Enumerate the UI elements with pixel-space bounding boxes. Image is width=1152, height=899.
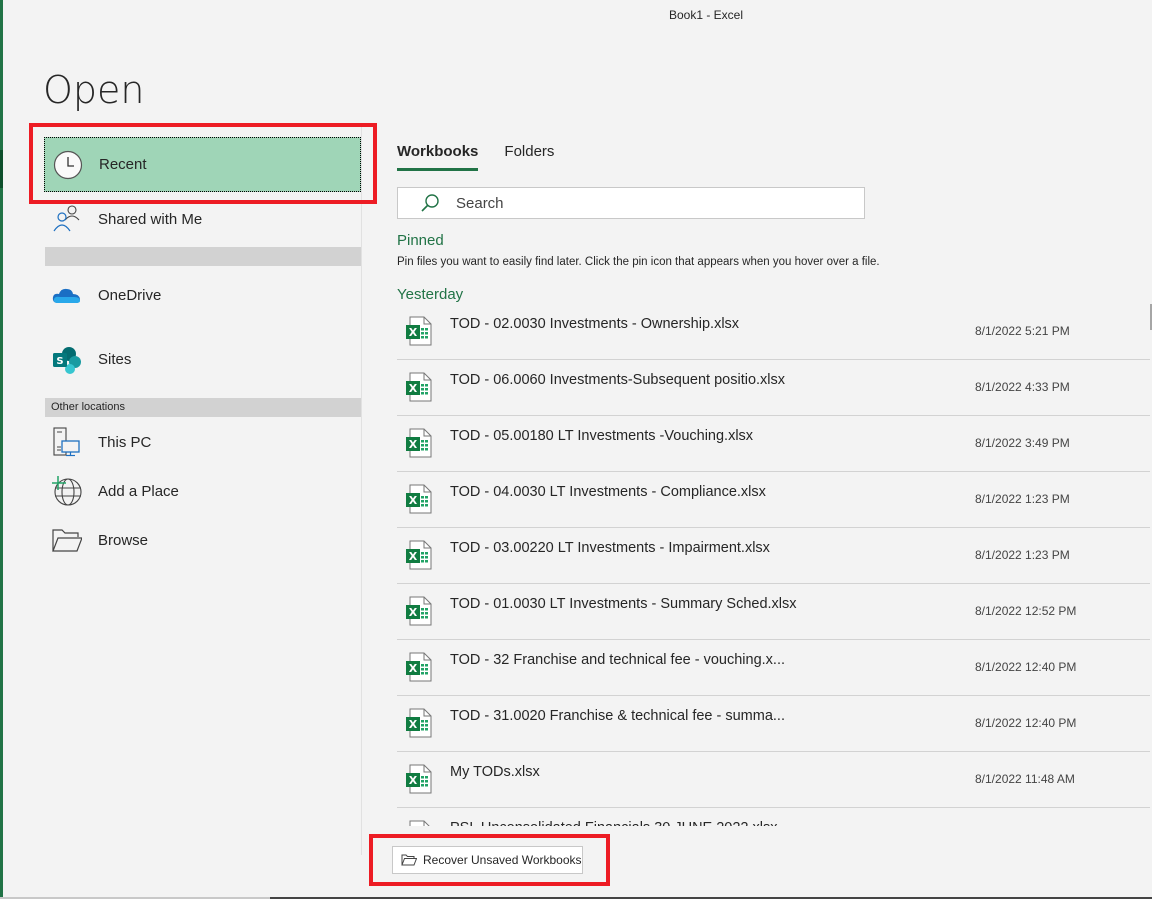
nav-item-onedrive[interactable]: OneDrive <box>44 268 361 323</box>
file-row[interactable]: X TOD - 32 Franchise and technical fee - … <box>397 640 1150 696</box>
file-modified-date: 8/1/2022 5:21 PM <box>975 324 1070 338</box>
file-modified-date: 8/1/2022 11:48 AM <box>975 772 1075 786</box>
folder-open-icon <box>401 853 418 867</box>
folder-open-icon <box>52 525 82 555</box>
svg-text:X: X <box>409 662 418 675</box>
excel-file-icon: X <box>405 820 433 826</box>
excel-file-icon: X <box>405 484 433 514</box>
file-name: TOD - 04.0030 LT Investments - Complianc… <box>450 484 766 500</box>
excel-file-icon: X <box>405 372 433 402</box>
tab-workbooks[interactable]: Workbooks <box>397 143 479 171</box>
recover-button-label: Recover Unsaved Workbooks <box>423 853 582 867</box>
pinned-heading: Pinned <box>397 232 444 249</box>
yesterday-heading: Yesterday <box>397 286 464 303</box>
nav-label: Browse <box>98 531 149 549</box>
excel-file-icon: X <box>405 708 433 738</box>
app-accent-strip <box>0 0 3 899</box>
file-modified-date: 8/1/2022 4:33 PM <box>975 380 1070 394</box>
file-name: TOD - 03.00220 LT Investments - Impairme… <box>450 540 770 556</box>
excel-file-icon: X <box>405 316 433 346</box>
nav-label: OneDrive <box>98 287 162 304</box>
svg-text:X: X <box>409 606 418 619</box>
excel-file-icon: X <box>405 764 433 794</box>
file-name: TOD - 06.0060 Investments-Subsequent pos… <box>450 372 786 388</box>
file-row[interactable]: X TOD - 06.0060 Investments-Subsequent po… <box>397 360 1150 416</box>
excel-file-icon: X <box>405 652 433 682</box>
recover-unsaved-workbooks-button[interactable]: Recover Unsaved Workbooks <box>392 846 583 874</box>
nav-item-browse[interactable]: Browse <box>44 514 361 566</box>
nav-label: Shared with Me <box>98 210 203 228</box>
file-modified-date: 8/1/2022 12:40 PM <box>975 660 1077 674</box>
nav-label: Add a Place <box>98 482 179 500</box>
svg-text:X: X <box>409 550 418 563</box>
nav-label: Recent <box>99 156 147 173</box>
excel-file-icon: X <box>405 428 433 458</box>
file-modified-date: 8/1/2022 3:49 PM <box>975 436 1070 450</box>
file-name: TOD - 05.00180 LT Investments -Vouching.… <box>450 428 754 444</box>
svg-text:X: X <box>409 494 418 507</box>
nav-item-this-pc[interactable]: This PC <box>44 416 361 468</box>
file-name: PSL Unconsolidated Financials 30 JUNE 20… <box>450 820 778 826</box>
search-input[interactable] <box>456 194 836 212</box>
window-title: Book1 - Excel <box>668 8 744 22</box>
file-modified-date: 8/1/2022 1:23 PM <box>975 548 1070 562</box>
onedrive-cloud-icon <box>52 281 82 311</box>
svg-text:X: X <box>409 774 418 787</box>
file-row[interactable]: X TOD - 05.00180 LT Investments -Vouching… <box>397 416 1150 472</box>
panel-divider <box>361 125 362 855</box>
file-row[interactable]: X My TODs.xlsx 8/1/2022 11:48 AM <box>397 752 1150 808</box>
page-title: Open <box>43 68 145 112</box>
nav-item-shared-with-me[interactable]: Shared with Me <box>44 193 361 245</box>
svg-text:X: X <box>409 438 418 451</box>
pinned-hint: Pin files you want to easily find later.… <box>397 256 880 268</box>
computer-icon <box>52 427 82 457</box>
file-row[interactable]: X PSL Unconsolidated Financials 30 JUNE 2… <box>397 808 1150 826</box>
file-modified-date: 8/1/2022 12:40 PM <box>975 716 1077 730</box>
excel-file-icon: X <box>405 540 433 570</box>
nav-label: Sites <box>98 351 132 368</box>
search-icon <box>420 193 440 213</box>
svg-text:S: S <box>56 356 63 367</box>
file-type-tabs: Workbooks Folders <box>397 143 554 171</box>
search-box[interactable] <box>397 187 865 219</box>
file-row[interactable]: X TOD - 02.0030 Investments - Ownership.x… <box>397 304 1150 360</box>
file-modified-date: 8/1/2022 12:52 PM <box>975 604 1077 618</box>
nav-item-recent[interactable]: Recent <box>44 137 361 192</box>
file-modified-date: 8/1/2022 1:23 PM <box>975 492 1070 506</box>
file-name: TOD - 01.0030 LT Investments - Summary S… <box>450 596 797 612</box>
file-name: My TODs.xlsx <box>450 764 540 780</box>
recent-file-list: X TOD - 02.0030 Investments - Ownership.x… <box>397 304 1150 826</box>
nav-label: This PC <box>98 433 152 451</box>
excel-file-icon: X <box>405 596 433 626</box>
svg-text:X: X <box>409 326 418 339</box>
globe-add-icon <box>52 476 82 506</box>
file-row[interactable]: X TOD - 03.00220 LT Investments - Impairm… <box>397 528 1150 584</box>
file-name: TOD - 31.0020 Franchise & technical fee … <box>450 708 785 724</box>
svg-text:X: X <box>409 382 418 395</box>
back-nav-indicator[interactable] <box>0 150 3 188</box>
tab-folders[interactable]: Folders <box>504 143 554 171</box>
clock-icon <box>53 150 83 180</box>
nav-item-add-a-place[interactable]: Add a Place <box>44 465 361 517</box>
other-locations-header: Other locations <box>45 398 361 417</box>
file-name: TOD - 02.0030 Investments - Ownership.xl… <box>450 316 740 332</box>
sharepoint-icon: S <box>52 345 82 375</box>
file-row[interactable]: X TOD - 31.0020 Franchise & technical fee… <box>397 696 1150 752</box>
account-separator <box>45 247 361 266</box>
file-name: TOD - 32 Franchise and technical fee - v… <box>450 652 786 668</box>
svg-text:X: X <box>409 718 418 731</box>
file-row[interactable]: X TOD - 04.0030 LT Investments - Complian… <box>397 472 1150 528</box>
file-row[interactable]: X TOD - 01.0030 LT Investments - Summary … <box>397 584 1150 640</box>
nav-item-sites[interactable]: S Sites <box>44 332 361 387</box>
people-icon <box>52 204 82 234</box>
